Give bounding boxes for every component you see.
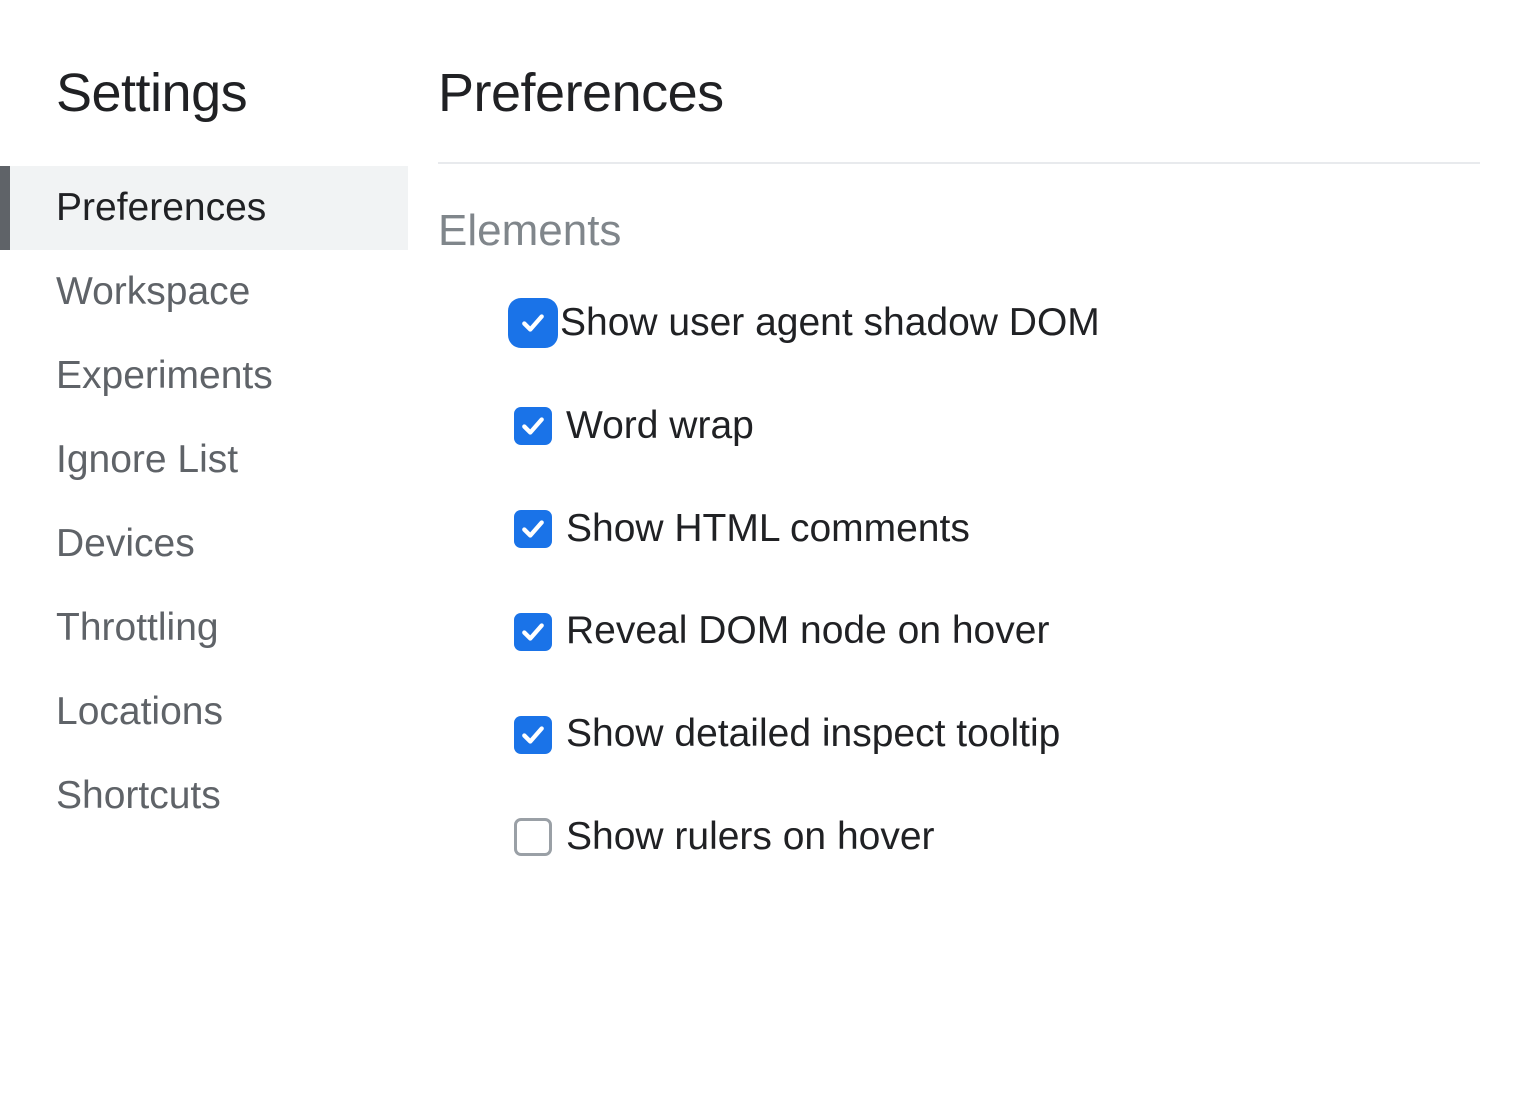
sidebar-item-label: Devices bbox=[56, 522, 195, 565]
check-icon bbox=[520, 722, 546, 748]
checkbox[interactable] bbox=[514, 716, 552, 754]
check-icon bbox=[520, 619, 546, 645]
check-icon bbox=[520, 516, 546, 542]
options-list: Show user agent shadow DOM Word wrap Show … bbox=[438, 300, 1480, 861]
option-label: Show HTML comments bbox=[566, 506, 970, 553]
sidebar-title: Settings bbox=[0, 62, 408, 124]
option-row[interactable]: Reveal DOM node on hover bbox=[514, 608, 1480, 655]
sidebar-item-throttling[interactable]: Throttling bbox=[0, 586, 408, 670]
checkbox[interactable] bbox=[514, 818, 552, 856]
option-label: Word wrap bbox=[566, 403, 754, 450]
checkbox[interactable] bbox=[514, 613, 552, 651]
option-row[interactable]: Show detailed inspect tooltip bbox=[514, 711, 1480, 758]
option-label: Show user agent shadow DOM bbox=[560, 300, 1100, 347]
option-row[interactable]: Word wrap bbox=[514, 403, 1480, 450]
check-icon bbox=[520, 310, 546, 336]
divider bbox=[438, 162, 1480, 164]
sidebar-item-label: Experiments bbox=[56, 354, 273, 397]
sidebar-item-devices[interactable]: Devices bbox=[0, 502, 408, 586]
sidebar-item-locations[interactable]: Locations bbox=[0, 670, 408, 754]
checkbox[interactable] bbox=[514, 407, 552, 445]
sidebar-item-experiments[interactable]: Experiments bbox=[0, 334, 408, 418]
option-label: Reveal DOM node on hover bbox=[566, 608, 1049, 655]
option-row[interactable]: Show rulers on hover bbox=[514, 814, 1480, 861]
check-icon bbox=[520, 413, 546, 439]
page-title: Preferences bbox=[438, 62, 1480, 124]
sidebar: Settings Preferences Workspace Experiments… bbox=[0, 0, 408, 1110]
checkbox[interactable] bbox=[514, 304, 552, 342]
sidebar-item-label: Throttling bbox=[56, 606, 219, 649]
sidebar-item-label: Locations bbox=[56, 690, 223, 733]
sidebar-item-label: Workspace bbox=[56, 270, 250, 313]
sidebar-item-label: Shortcuts bbox=[56, 774, 221, 817]
option-row[interactable]: Show user agent shadow DOM bbox=[514, 300, 1480, 347]
option-row[interactable]: Show HTML comments bbox=[514, 506, 1480, 553]
option-label: Show detailed inspect tooltip bbox=[566, 711, 1060, 758]
section-header-elements: Elements bbox=[438, 206, 1480, 256]
sidebar-item-shortcuts[interactable]: Shortcuts bbox=[0, 754, 408, 838]
sidebar-item-ignore-list[interactable]: Ignore List bbox=[0, 418, 408, 502]
sidebar-item-label: Preferences bbox=[56, 186, 266, 229]
sidebar-item-workspace[interactable]: Workspace bbox=[0, 250, 408, 334]
sidebar-item-label: Ignore List bbox=[56, 438, 238, 481]
sidebar-item-preferences[interactable]: Preferences bbox=[0, 166, 408, 250]
main-panel: Preferences Elements Show user agent sha… bbox=[408, 0, 1520, 1110]
sidebar-items: Preferences Workspace Experiments Ignore Li… bbox=[0, 166, 408, 838]
checkbox[interactable] bbox=[514, 510, 552, 548]
option-label: Show rulers on hover bbox=[566, 814, 935, 861]
